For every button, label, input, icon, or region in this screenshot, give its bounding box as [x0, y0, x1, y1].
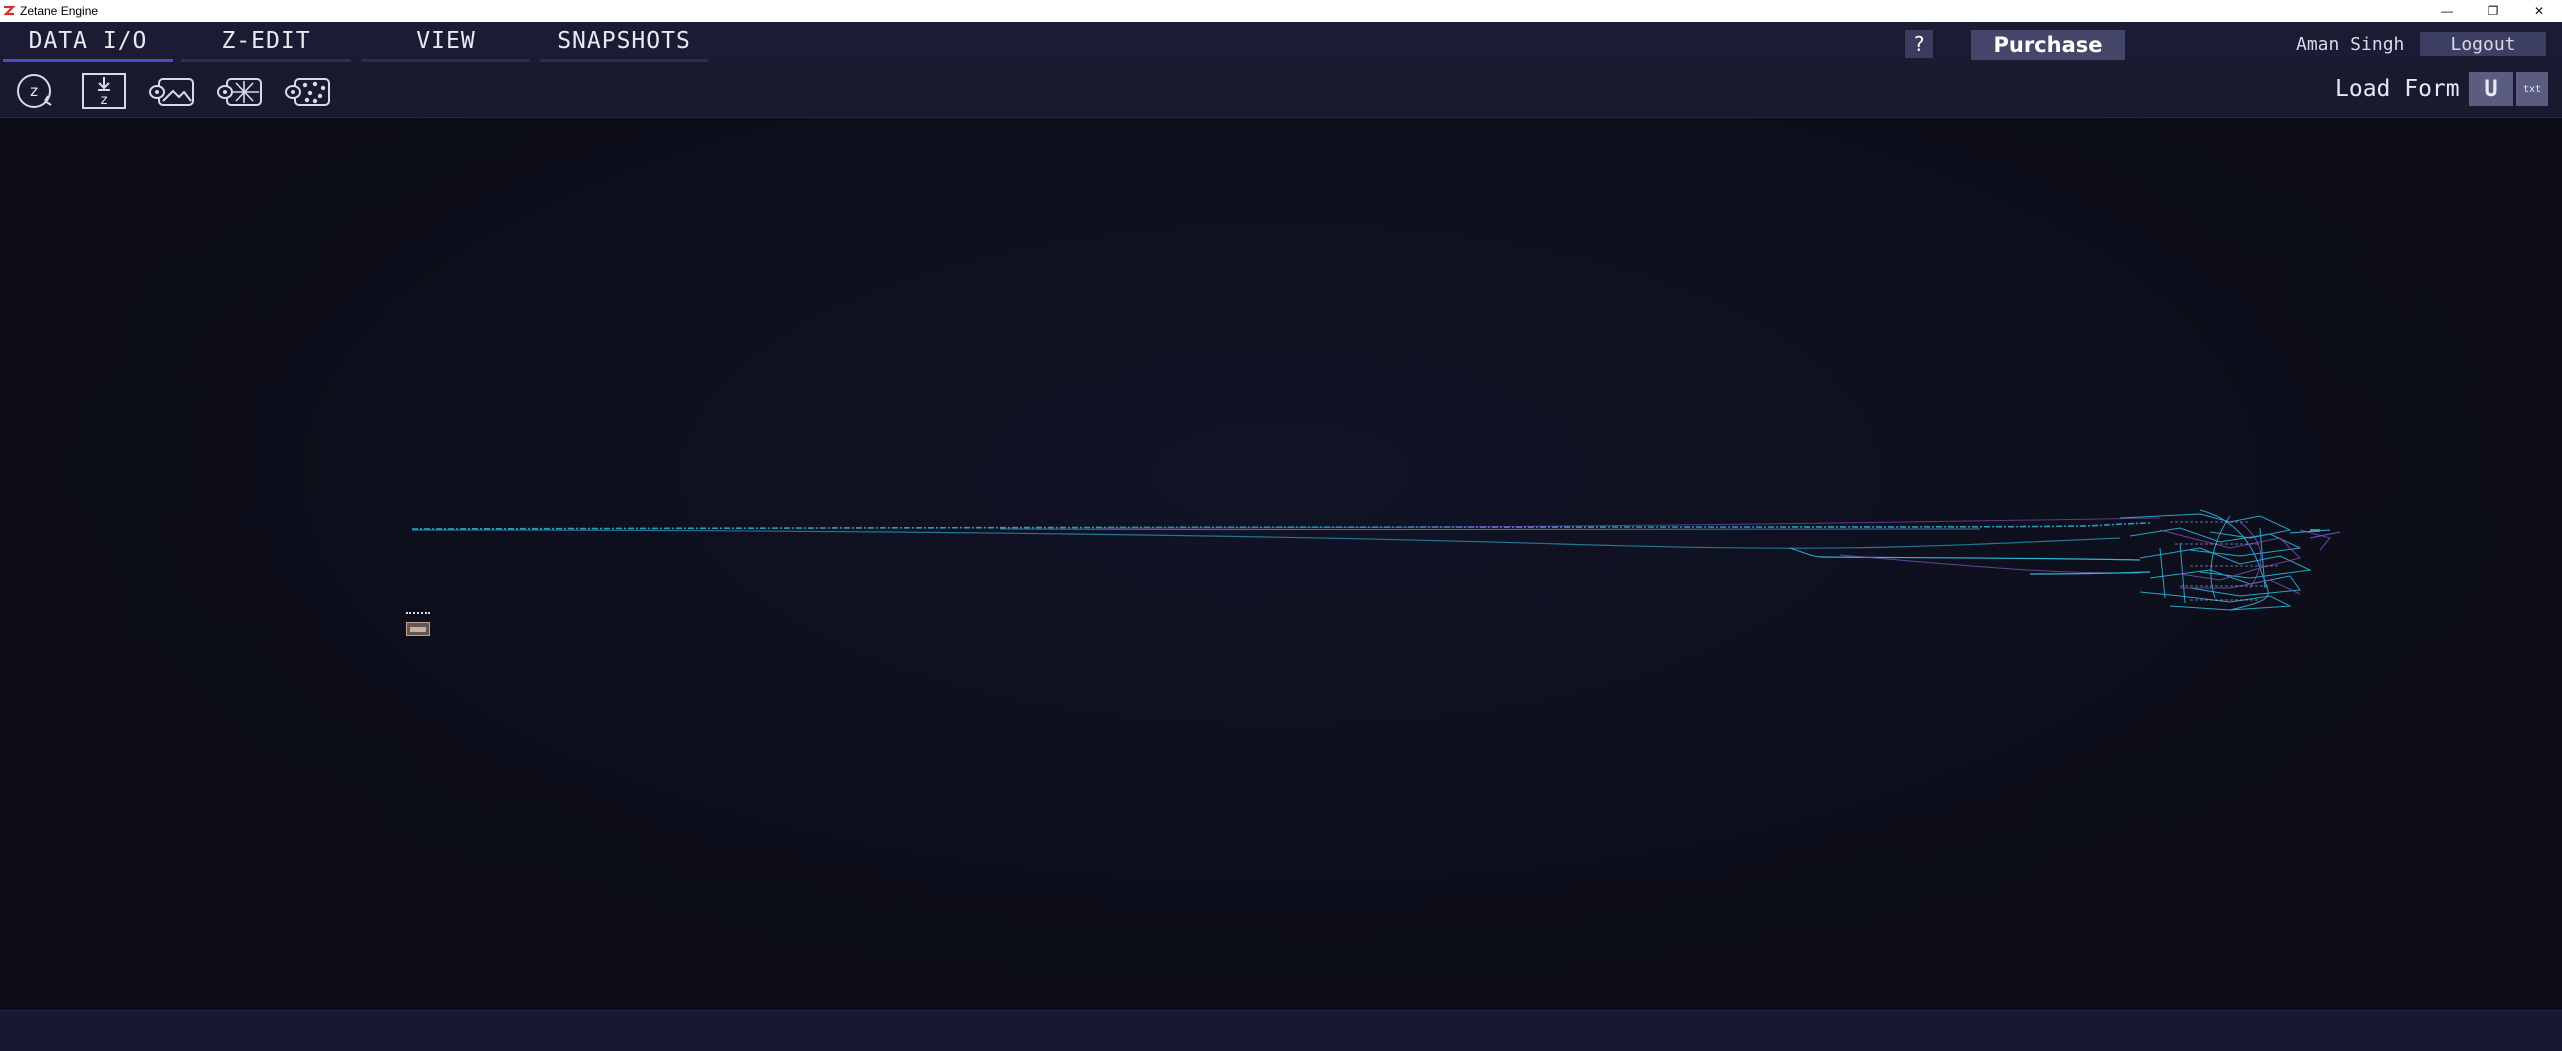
restore-icon[interactable]: ❐: [2470, 0, 2516, 22]
tab-data-io[interactable]: DATA I/O: [3, 22, 173, 62]
z-download-icon[interactable]: z: [79, 71, 129, 111]
user-name: Aman Singh: [2296, 34, 2405, 55]
minimize-icon[interactable]: —: [2424, 0, 2470, 22]
upload-button[interactable]: U: [2469, 72, 2513, 106]
viewport-canvas[interactable]: [0, 118, 2562, 1010]
thumbnail-label: [406, 612, 430, 614]
image-thumbnail-icon[interactable]: [406, 622, 430, 636]
tab-view[interactable]: VIEW: [362, 22, 530, 62]
svg-text:z: z: [101, 93, 108, 108]
logout-button[interactable]: Logout: [2420, 32, 2546, 56]
window-title: Zetane Engine: [20, 4, 99, 18]
status-bar: [0, 1010, 2562, 1051]
txt-button[interactable]: txt: [2516, 72, 2548, 106]
z-reload-icon[interactable]: z: [9, 71, 59, 111]
load-points-icon[interactable]: [283, 71, 333, 111]
load-form-label: Load Form: [2335, 76, 2460, 102]
svg-text:z: z: [30, 82, 38, 100]
zetane-logo-icon: [3, 5, 15, 17]
window-title-bar: Zetane Engine — ❐ ✕: [0, 0, 2562, 22]
top-menu-bar: DATA I/O Z-EDIT VIEW SNAPSHOTS: [0, 22, 2562, 62]
load-spark-icon[interactable]: [215, 71, 265, 111]
tab-snapshots[interactable]: SNAPSHOTS: [540, 22, 708, 62]
tab-z-edit[interactable]: Z-EDIT: [181, 22, 351, 62]
node-graph-icon: [411, 509, 2341, 611]
purchase-button[interactable]: Purchase: [1971, 30, 2125, 60]
help-button[interactable]: ?: [1905, 30, 1933, 58]
load-image-icon[interactable]: [147, 71, 197, 111]
close-icon[interactable]: ✕: [2516, 0, 2562, 22]
toolbar: z z Load Form U txt: [0, 62, 2562, 118]
